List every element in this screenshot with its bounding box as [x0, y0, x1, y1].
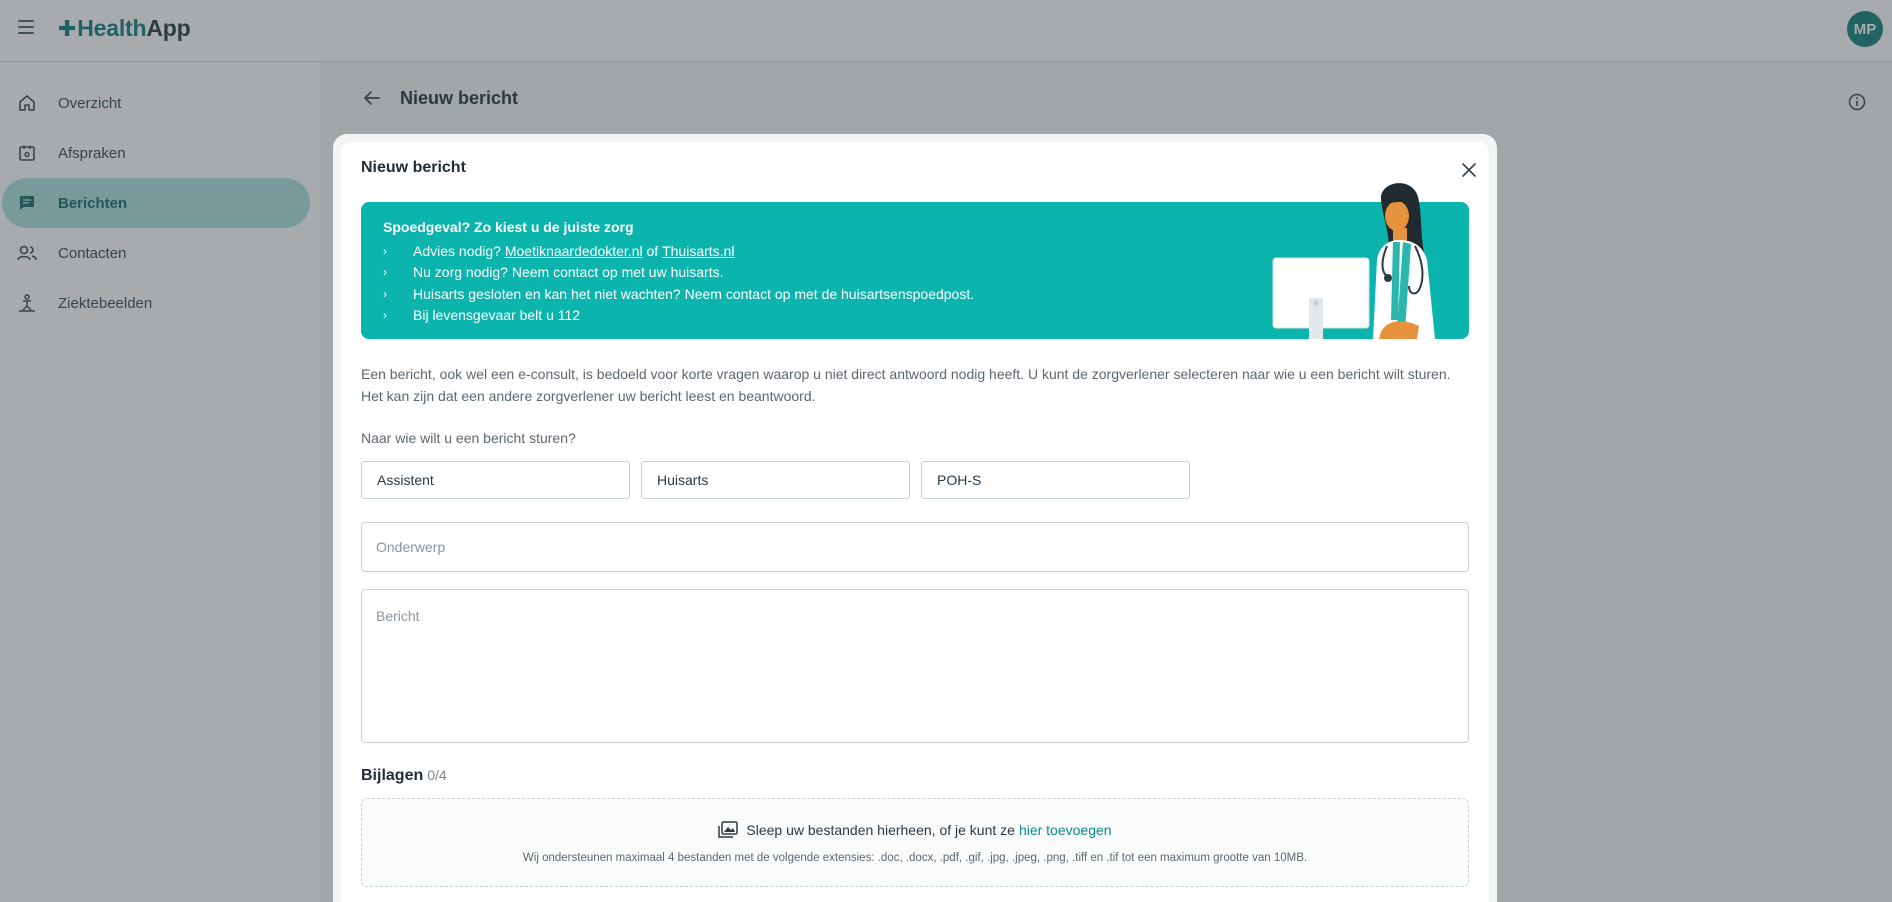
attachments-title: Bijlagen: [361, 767, 424, 784]
recipient-option-assistent[interactable]: Assistent: [361, 461, 630, 499]
recipient-option-huisarts[interactable]: Huisarts: [641, 461, 910, 499]
recipient-option-poh-s[interactable]: POH-S: [921, 461, 1190, 499]
banner-item: › Bij levensgevaar belt u 112: [383, 305, 974, 327]
doctor-illustration: [1272, 183, 1435, 339]
supported-files-info: Wij ondersteunen maximaal 4 bestanden me…: [522, 852, 1308, 864]
dropzone-main: Sleep uw bestanden hierheen, of je kunt …: [362, 821, 1468, 839]
add-files-link[interactable]: hier toevoegen: [1019, 822, 1112, 838]
thuisarts-link[interactable]: Thuisarts.nl: [662, 243, 734, 259]
file-dropzone[interactable]: Sleep uw bestanden hierheen, of je kunt …: [361, 798, 1469, 887]
new-message-modal: Nieuw bericht Spoedgeval? Zo kiest u de …: [341, 142, 1489, 902]
recipient-question: Naar wie wilt u een bericht sturen?: [361, 430, 576, 446]
modal-title: Nieuw bericht: [361, 159, 466, 176]
chevron-right-icon: ›: [383, 286, 387, 301]
moetiknaardedokter-link[interactable]: Moetiknaardedokter.nl: [505, 243, 643, 259]
banner-item-text: of: [646, 242, 659, 259]
chevron-right-icon: ›: [383, 243, 387, 258]
banner-title: Spoedgeval? Zo kiest u de juiste zorg: [383, 219, 634, 235]
dropzone-text: Sleep uw bestanden hierheen, of je kunt …: [746, 822, 1015, 838]
attachments-count: 0/4: [427, 767, 447, 783]
banner-item-text: Nu zorg nodig? Neem contact op met uw hu…: [413, 264, 724, 281]
banner-item: › Nu zorg nodig? Neem contact op met uw …: [383, 262, 974, 284]
banner-list: › Advies nodig? Moetiknaardedokter.nl of…: [383, 240, 974, 326]
chevron-right-icon: ›: [383, 308, 387, 323]
intro-text: Een bericht, ook wel een e-consult, is b…: [361, 366, 1451, 404]
banner-item: › Huisarts gesloten en kan het niet wach…: [383, 283, 974, 305]
attachments-heading: Bijlagen 0/4: [361, 767, 447, 785]
banner-item-text: Bij levensgevaar belt u 112: [413, 307, 581, 324]
images-icon: [718, 821, 739, 838]
message-textarea[interactable]: [361, 589, 1469, 743]
close-icon[interactable]: [1458, 159, 1480, 181]
chevron-right-icon: ›: [383, 265, 387, 280]
banner-item-text: Advies nodig?: [413, 242, 501, 259]
banner-item-text: Huisarts gesloten en kan het niet wachte…: [413, 285, 975, 302]
subject-input[interactable]: [361, 522, 1469, 572]
banner-item: › Advies nodig? Moetiknaardedokter.nl of…: [383, 240, 974, 262]
emergency-banner: Spoedgeval? Zo kiest u de juiste zorg › …: [361, 183, 1469, 339]
